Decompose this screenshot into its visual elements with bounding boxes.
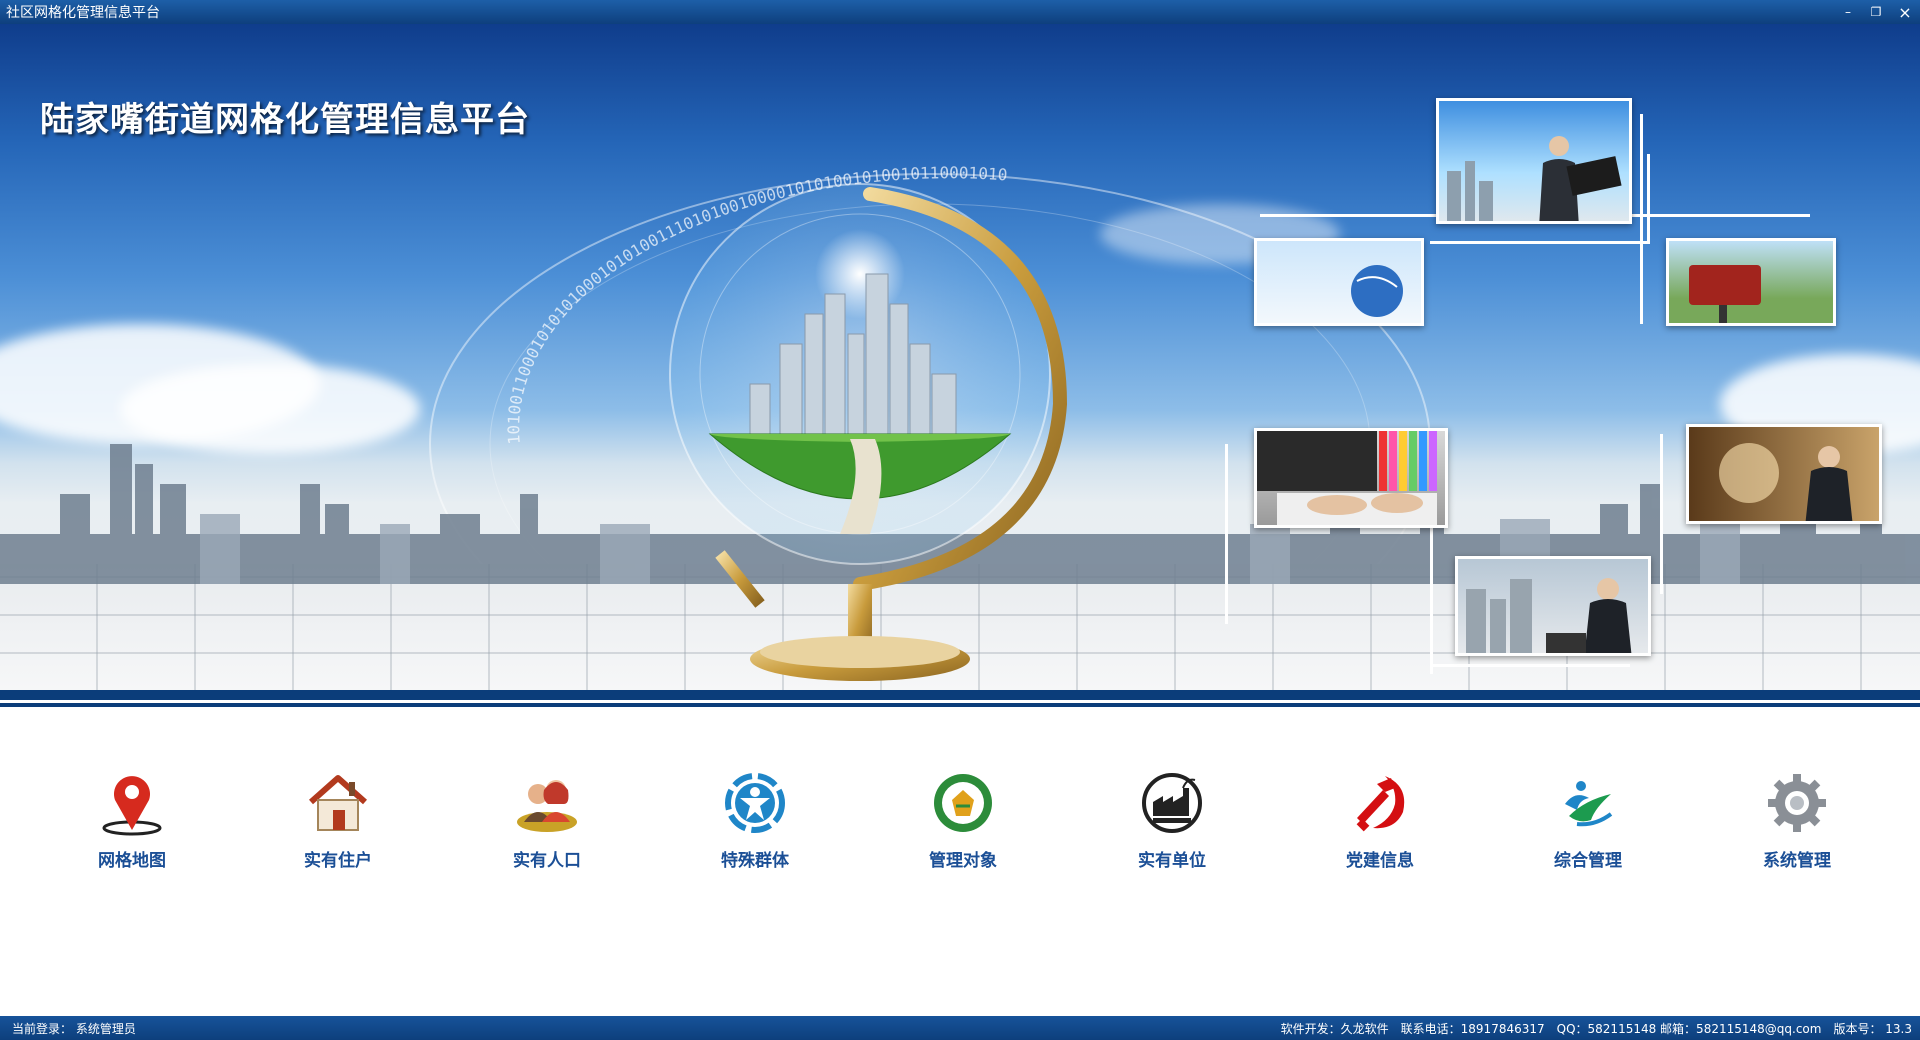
photo-businessman-digital bbox=[1686, 424, 1882, 524]
main-menu: 网格地图 实有住户 实有人口 特殊群体 管理对象 实有单位 党建信息 综合管理 … bbox=[0, 760, 1920, 880]
photo-globe-puzzle bbox=[1254, 238, 1424, 326]
house-icon bbox=[309, 775, 367, 831]
version-number: 版本号： 13.3 bbox=[1833, 1021, 1912, 1036]
photo-red-mailbox bbox=[1666, 238, 1836, 326]
menu-item-management-objects[interactable]: 管理对象 bbox=[903, 760, 1023, 871]
window-title: 社区网格化管理信息平台 bbox=[6, 5, 160, 21]
globe-city-illustration bbox=[669, 183, 1068, 681]
menu-item-label: 系统管理 bbox=[1763, 851, 1831, 871]
connector-line bbox=[1660, 434, 1663, 594]
management-badge-icon bbox=[934, 774, 992, 832]
menu-item-special-groups[interactable]: 特殊群体 bbox=[695, 760, 815, 871]
photo-businessman-desk bbox=[1455, 556, 1651, 656]
menu-item-grid-map[interactable]: 网格地图 bbox=[72, 760, 192, 871]
window-controls: – ❐ × bbox=[1834, 0, 1920, 24]
menu-item-label: 实有单位 bbox=[1138, 851, 1206, 871]
menu-item-integrated-management[interactable]: 综合管理 bbox=[1528, 760, 1648, 871]
menu-item-population[interactable]: 实有人口 bbox=[487, 760, 607, 871]
status-info: 软件开发：久龙软件 联系电话：18917846317 QQ：582115148 … bbox=[1281, 1020, 1912, 1037]
menu-item-label: 管理对象 bbox=[929, 851, 997, 871]
party-emblem-icon bbox=[1356, 776, 1405, 832]
contact-phone: 联系电话：18917846317 bbox=[1400, 1021, 1545, 1036]
close-button[interactable]: × bbox=[1890, 0, 1920, 24]
industry-icon bbox=[1142, 773, 1202, 833]
people-icon bbox=[517, 780, 577, 832]
menu-item-label: 实有住户 bbox=[304, 851, 372, 871]
restore-button[interactable]: ❐ bbox=[1862, 0, 1890, 24]
minimize-button[interactable]: – bbox=[1834, 0, 1862, 24]
menu-item-households[interactable]: 实有住户 bbox=[278, 760, 398, 871]
menu-item-label: 网格地图 bbox=[98, 851, 166, 871]
menu-item-label: 党建信息 bbox=[1346, 851, 1414, 871]
connector-line bbox=[1640, 114, 1643, 324]
menu-item-units[interactable]: 实有单位 bbox=[1112, 760, 1232, 871]
menu-item-label: 综合管理 bbox=[1554, 851, 1622, 871]
menu-item-party-building[interactable]: 党建信息 bbox=[1320, 760, 1440, 871]
separator-bar bbox=[0, 690, 1920, 700]
contact-qq-email: QQ：582115148 邮箱：582115148@qq.com bbox=[1556, 1021, 1822, 1036]
connector-line bbox=[1225, 444, 1228, 624]
window-title-bar: 社区网格化管理信息平台 – ❐ × bbox=[0, 0, 1920, 24]
gear-icon bbox=[1768, 774, 1826, 832]
special-group-icon bbox=[725, 773, 785, 833]
menu-item-system-management[interactable]: 系统管理 bbox=[1737, 760, 1857, 871]
connector-line bbox=[1430, 664, 1630, 667]
developer-info: 软件开发：久龙软件 bbox=[1280, 1021, 1389, 1036]
status-bar: 当前登录： 系统管理员 软件开发：久龙软件 联系电话：18917846317 Q… bbox=[0, 1016, 1920, 1040]
map-pin-icon bbox=[102, 776, 162, 836]
current-login: 当前登录： 系统管理员 bbox=[12, 1021, 136, 1036]
separator-line bbox=[0, 703, 1920, 707]
hero-banner: 1010011000101010100010101001110101001000… bbox=[0, 24, 1920, 690]
photo-businessman-laptop bbox=[1436, 98, 1632, 224]
integrated-logo-icon bbox=[1565, 781, 1613, 827]
photo-typing-keyboard bbox=[1254, 428, 1448, 528]
menu-item-label: 实有人口 bbox=[513, 851, 581, 871]
menu-item-label: 特殊群体 bbox=[721, 851, 789, 871]
